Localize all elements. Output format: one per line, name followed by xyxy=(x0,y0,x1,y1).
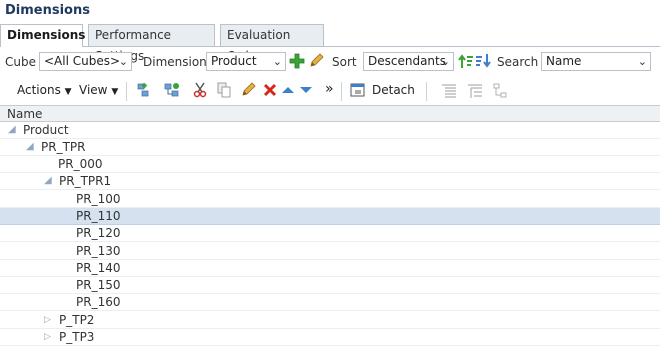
cut-icon[interactable] xyxy=(192,82,208,98)
collapse-all-icon[interactable] xyxy=(467,83,483,99)
tree-row-p-tp2[interactable]: ▷ P_TP2 xyxy=(0,312,660,329)
tree-row-pr-130[interactable]: PR_130 xyxy=(0,243,660,260)
toolbar-separator xyxy=(126,82,127,101)
tree-row-pr-120[interactable]: PR_120 xyxy=(0,225,660,242)
add-child-icon[interactable] xyxy=(164,82,180,98)
tree-row-pr-150[interactable]: PR_150 xyxy=(0,277,660,294)
member-name: PR_150 xyxy=(76,278,121,292)
caret-down-icon: ▼ xyxy=(111,87,119,97)
column-header-label: Name xyxy=(7,107,43,121)
expanded-triangle-icon[interactable]: ◢ xyxy=(26,141,34,152)
detach-button[interactable]: Detach xyxy=(372,83,415,97)
tree-row-p-tp3[interactable]: ▷ P_TP3 xyxy=(0,329,660,346)
tree-row-pr-140[interactable]: PR_140 xyxy=(0,260,660,277)
tab-evaluation-order[interactable]: Evaluation Order xyxy=(220,24,324,63)
tree-row-pr-tpr[interactable]: ◢ PR_TPR xyxy=(0,139,660,156)
view-menu[interactable]: View ▼ xyxy=(79,83,118,97)
actions-menu-label: Actions xyxy=(17,83,61,97)
member-name: PR_160 xyxy=(76,295,121,309)
copy-icon[interactable] xyxy=(216,82,232,98)
tab-label: Dimensions xyxy=(7,28,86,42)
member-name: PR_100 xyxy=(76,192,121,206)
tab-dimensions[interactable]: Dimensions xyxy=(0,24,86,47)
tree-row-pr-000[interactable]: PR_000 xyxy=(0,156,660,173)
move-up-icon[interactable] xyxy=(280,82,296,98)
add-dimension-icon[interactable] xyxy=(289,53,305,69)
member-name: PR_TPR1 xyxy=(59,174,112,188)
delete-icon[interactable] xyxy=(262,82,278,98)
tab-divider xyxy=(0,46,660,47)
sort-descending-icon[interactable] xyxy=(475,53,491,69)
chevron-down-icon: ⌄ xyxy=(272,55,282,68)
collapsed-triangle-icon[interactable]: ▷ xyxy=(44,315,51,325)
tree-row-pr-100[interactable]: PR_100 xyxy=(0,191,660,208)
tree-row-product[interactable]: ◢ Product xyxy=(0,122,660,139)
cube-label: Cube xyxy=(5,55,36,69)
toolbar-separator xyxy=(426,82,427,101)
member-name: PR_140 xyxy=(76,261,121,275)
member-name: PR_TPR xyxy=(41,140,86,154)
member-name: P_TP2 xyxy=(59,313,95,327)
view-menu-label: View xyxy=(79,83,108,97)
tree-row-pr-160[interactable]: PR_160 xyxy=(0,294,660,311)
actions-menu[interactable]: Actions ▼ xyxy=(17,83,72,97)
search-select-value: Name xyxy=(546,54,582,68)
add-sibling-icon[interactable] xyxy=(136,82,152,98)
member-name: PR_000 xyxy=(58,157,103,171)
detach-icon[interactable] xyxy=(350,82,366,98)
cube-select-value: <All Cubes> xyxy=(44,54,121,68)
edit-dimension-icon[interactable] xyxy=(308,53,324,69)
chevron-down-icon: ⌄ xyxy=(440,55,450,68)
edit-member-icon[interactable] xyxy=(240,82,256,98)
member-name: P_TP3 xyxy=(59,330,95,344)
show-hierarchy-icon[interactable] xyxy=(492,83,508,99)
chevron-down-icon: ⌄ xyxy=(118,55,128,68)
expanded-triangle-icon[interactable]: ◢ xyxy=(44,175,52,186)
member-name: Product xyxy=(23,123,69,137)
member-name: PR_130 xyxy=(76,244,121,258)
expanded-triangle-icon[interactable]: ◢ xyxy=(8,124,16,135)
dimension-select[interactable]: Product ⌄ xyxy=(206,52,286,71)
page-title: Dimensions xyxy=(5,3,90,18)
collapsed-triangle-icon[interactable]: ▷ xyxy=(44,332,51,342)
caret-down-icon: ▼ xyxy=(64,87,72,97)
chevron-down-icon: ⌄ xyxy=(637,55,647,68)
search-field-select[interactable]: Name ⌄ xyxy=(541,52,651,71)
member-name: PR_120 xyxy=(76,226,121,240)
sort-label: Sort xyxy=(332,55,357,69)
name-column-header[interactable]: Name xyxy=(0,105,660,122)
member-name: PR_110 xyxy=(76,209,121,223)
dimension-label: Dimension xyxy=(143,55,207,69)
tab-performance-settings[interactable]: Performance Settings xyxy=(88,24,215,63)
move-down-icon[interactable] xyxy=(298,82,314,98)
dimension-select-value: Product xyxy=(211,54,257,68)
sort-select-value: Descendants xyxy=(368,54,446,68)
sort-select[interactable]: Descendants ⌄ xyxy=(363,52,454,71)
expand-all-icon[interactable] xyxy=(441,83,457,99)
search-label: Search xyxy=(497,55,539,69)
tree-row-pr-110[interactable]: PR_110 xyxy=(0,208,660,225)
tree-row-pr-tpr1[interactable]: ◢ PR_TPR1 xyxy=(0,173,660,190)
overflow-menu[interactable]: » xyxy=(325,81,334,97)
toolbar-separator xyxy=(341,82,342,101)
cube-select[interactable]: <All Cubes> ⌄ xyxy=(39,52,132,71)
sort-ascending-icon[interactable] xyxy=(458,53,474,69)
